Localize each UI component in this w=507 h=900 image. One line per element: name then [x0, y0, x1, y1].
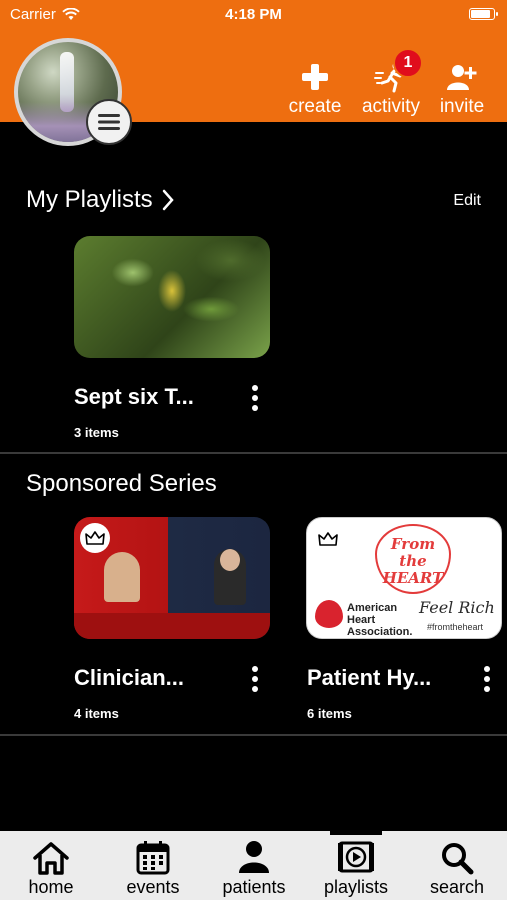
- playlist-title[interactable]: Sept six T...: [74, 384, 194, 410]
- person-icon: [239, 841, 269, 873]
- add-person-icon: [447, 65, 477, 90]
- create-label: create: [288, 96, 342, 117]
- from-the-heart-logo: From the HEART: [375, 524, 451, 594]
- status-time: 4:18 PM: [225, 6, 282, 23]
- sponsored-series-title: Sponsored Series: [26, 470, 217, 497]
- playlist-icon: [338, 841, 374, 873]
- aha-label: American Heart Association.: [347, 602, 413, 638]
- series-thumbnail[interactable]: From the HEART American Heart Associatio…: [306, 517, 502, 639]
- invite-button[interactable]: invite: [435, 60, 489, 118]
- more-options-icon[interactable]: [250, 666, 260, 692]
- active-tab-indicator: [330, 831, 382, 835]
- section-divider: [0, 452, 507, 454]
- invite-label: invite: [439, 96, 485, 117]
- series-card[interactable]: From the HEART American Heart Associatio…: [306, 517, 502, 639]
- tab-search[interactable]: search: [420, 839, 494, 898]
- chevron-right-icon: [162, 189, 174, 211]
- activity-button[interactable]: activity 1: [356, 48, 426, 118]
- section-divider: [0, 734, 507, 736]
- tab-playlists[interactable]: playlists: [316, 839, 396, 898]
- playlist-item-count: 3 items: [74, 425, 119, 440]
- home-icon: [33, 842, 69, 875]
- crown-icon: [313, 524, 343, 554]
- tab-home[interactable]: home: [20, 839, 82, 898]
- series-thumbnail[interactable]: [74, 517, 270, 639]
- series-item-count: 6 items: [307, 706, 352, 721]
- more-options-icon[interactable]: [250, 385, 260, 411]
- playlist-thumbnail[interactable]: [74, 236, 270, 358]
- more-options-icon[interactable]: [482, 666, 492, 692]
- my-playlists-header[interactable]: My Playlists: [26, 186, 175, 214]
- activity-label: activity: [361, 96, 421, 117]
- bottom-tab-bar: home events patients playlists search: [0, 831, 507, 900]
- series-item-count: 4 items: [74, 706, 119, 721]
- calendar-icon: [136, 841, 170, 875]
- tab-events-label: events: [126, 877, 180, 897]
- series-card[interactable]: [74, 517, 270, 639]
- series-title[interactable]: Patient Hy...: [307, 665, 431, 691]
- tab-playlists-label: playlists: [323, 877, 389, 897]
- menu-button[interactable]: [86, 99, 132, 145]
- series-title[interactable]: Clinician...: [74, 665, 184, 691]
- create-button[interactable]: create: [285, 60, 345, 118]
- crown-icon: [80, 523, 110, 553]
- feel-rich-logo: Feel Rich: [419, 598, 495, 617]
- edit-button[interactable]: Edit: [453, 192, 481, 210]
- hashtag-label: #fromtheheart: [427, 622, 484, 632]
- tab-search-label: search: [429, 877, 485, 897]
- heart-logo-icon: [315, 600, 343, 628]
- plus-icon: [302, 64, 328, 90]
- battery-icon: [469, 8, 498, 20]
- tab-patients[interactable]: patients: [214, 839, 294, 898]
- playlist-card[interactable]: [74, 236, 270, 358]
- tab-patients-label: patients: [222, 877, 286, 897]
- hamburger-menu-icon: [98, 114, 120, 130]
- tab-home-label: home: [28, 877, 74, 897]
- my-playlists-title: My Playlists: [26, 186, 153, 213]
- search-icon: [442, 843, 474, 875]
- tab-events[interactable]: events: [116, 839, 190, 898]
- status-bar: Carrier 4:18 PM: [0, 0, 507, 30]
- activity-badge: 1: [393, 48, 423, 78]
